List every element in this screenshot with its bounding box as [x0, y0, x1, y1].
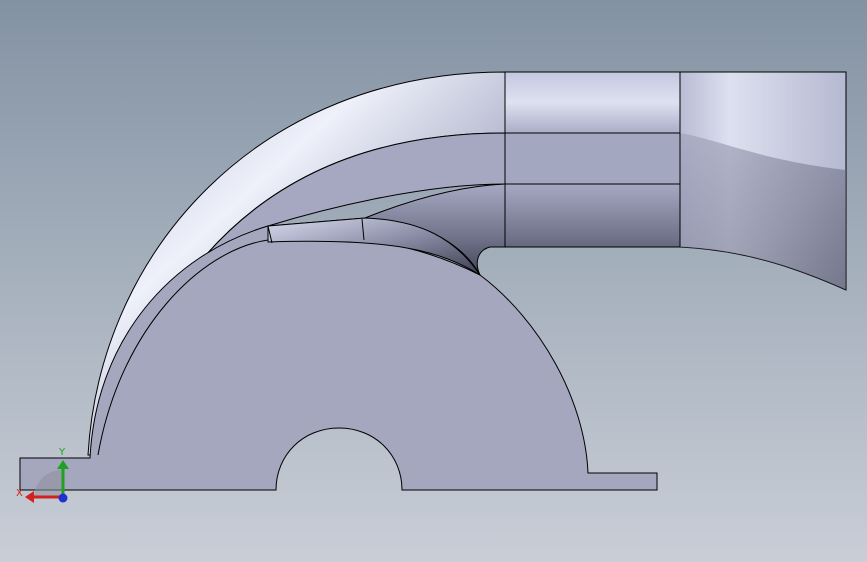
- triad-z-dot: [58, 493, 68, 503]
- part-model[interactable]: Y X: [0, 0, 867, 562]
- graphics-viewport[interactable]: Y X: [0, 0, 867, 562]
- housing-body[interactable]: [19, 217, 658, 491]
- duct-upper-band[interactable]: [504, 71, 681, 134]
- duct-middle-band[interactable]: [504, 132, 681, 185]
- triad-x-label: X: [16, 488, 23, 499]
- triad-x-arrow: [25, 491, 34, 503]
- triad-y-label: Y: [58, 447, 66, 458]
